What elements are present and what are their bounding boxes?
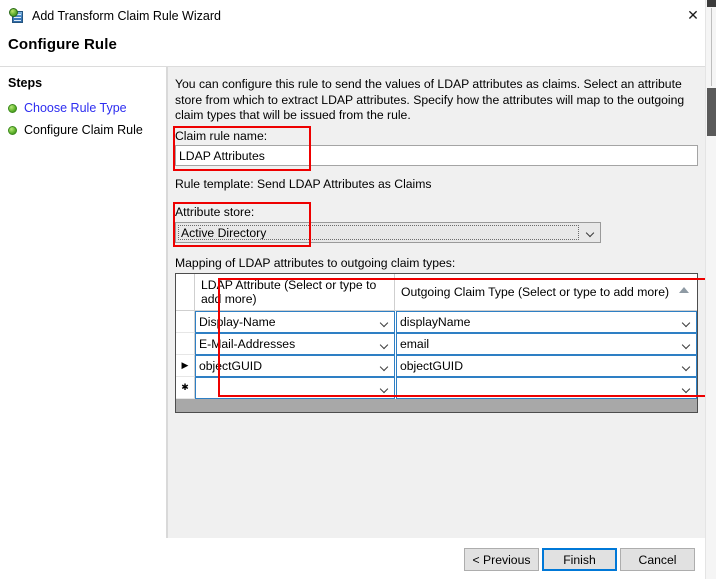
sidebar-item-configure-claim-rule[interactable]: Configure Claim Rule (8, 122, 143, 138)
window-title: Add Transform Claim Rule Wizard (32, 9, 221, 23)
cell-value: displayName (400, 315, 471, 329)
cell-ldap-attribute[interactable]: E-Mail-Addresses (195, 333, 395, 355)
title-bar: Add Transform Claim Rule Wizard ✕ (0, 0, 716, 32)
claim-rule-name-label: Claim rule name: (175, 129, 268, 143)
finish-button[interactable]: Finish (542, 548, 617, 571)
chevron-down-icon (581, 223, 600, 242)
cell-value: objectGUID (400, 359, 463, 373)
cell-value: Display-Name (199, 315, 276, 329)
scrollbar-track (711, 8, 712, 86)
column-header-ldap-attribute[interactable]: LDAP Attribute (Select or type to add mo… (195, 274, 395, 310)
cell-value: objectGUID (199, 359, 262, 373)
adfs-wizard-icon (9, 8, 25, 24)
rule-template-text: Rule template: Send LDAP Attributes as C… (175, 177, 432, 191)
grid-header-row: LDAP Attribute (Select or type to add mo… (176, 274, 697, 311)
cell-outgoing-claim-type[interactable]: objectGUID (396, 355, 697, 377)
attribute-store-label: Attribute store: (175, 205, 255, 219)
attribute-store-dropdown[interactable]: Active Directory (175, 222, 601, 243)
step-bullet-icon (8, 125, 17, 135)
chevron-down-icon[interactable] (683, 320, 691, 325)
cancel-button[interactable]: Cancel (620, 548, 695, 571)
claim-rule-name-input[interactable] (175, 145, 698, 166)
cell-outgoing-claim-type[interactable] (396, 377, 697, 399)
sidebar-item-choose-rule-type[interactable]: Choose Rule Type (8, 100, 127, 116)
steps-sidebar: Steps Choose Rule Type Configure Claim R… (0, 67, 167, 538)
cell-outgoing-claim-type[interactable]: displayName (396, 311, 697, 333)
chevron-down-icon[interactable] (683, 342, 691, 347)
table-row[interactable]: Display-Name displayName (176, 311, 697, 333)
scrollbar-thumb-top[interactable] (707, 0, 716, 7)
attribute-store-value: Active Directory (178, 225, 579, 240)
table-row-new[interactable]: ✱ (176, 377, 697, 399)
sidebar-item-label: Choose Rule Type (24, 101, 127, 115)
mapping-label: Mapping of LDAP attributes to outgoing c… (175, 256, 456, 270)
description-text: You can configure this rule to send the … (175, 77, 685, 122)
row-selector[interactable] (176, 333, 195, 355)
step-bullet-icon (8, 103, 17, 113)
grid-corner-cell (176, 274, 195, 310)
steps-heading: Steps (8, 76, 43, 90)
table-row[interactable]: ▶ objectGUID objectGUID (176, 355, 697, 377)
cell-value: E-Mail-Addresses (199, 337, 296, 351)
page-scrollbar[interactable] (705, 0, 716, 579)
content-panel: You can configure this rule to send the … (167, 67, 705, 538)
column-header-label: Outgoing Claim Type (Select or type to a… (401, 285, 670, 299)
chevron-down-icon[interactable] (381, 364, 389, 369)
previous-button[interactable]: < Previous (464, 548, 539, 571)
row-selector-current[interactable]: ▶ (176, 355, 195, 377)
column-header-label: LDAP Attribute (Select or type to add mo… (201, 278, 377, 306)
column-header-outgoing-claim-type[interactable]: Outgoing Claim Type (Select or type to a… (395, 274, 697, 310)
cell-ldap-attribute[interactable]: objectGUID (195, 355, 395, 377)
page-title: Configure Rule (8, 36, 117, 53)
chevron-down-icon[interactable] (381, 320, 389, 325)
sidebar-item-label: Configure Claim Rule (24, 123, 143, 137)
wizard-window: Add Transform Claim Rule Wizard ✕ Config… (0, 0, 716, 579)
chevron-down-icon[interactable] (683, 364, 691, 369)
attribute-mapping-grid: LDAP Attribute (Select or type to add mo… (175, 273, 698, 413)
chevron-down-icon[interactable] (381, 342, 389, 347)
grid-empty-area (176, 399, 697, 412)
cell-outgoing-claim-type[interactable]: email (396, 333, 697, 355)
chevron-down-icon[interactable] (683, 386, 691, 391)
scrollbar-thumb[interactable] (707, 88, 716, 136)
cell-value: email (400, 337, 430, 351)
chevron-down-icon[interactable] (381, 386, 389, 391)
row-selector[interactable] (176, 311, 195, 333)
footer-bar: < Previous Finish Cancel (0, 539, 705, 579)
cell-ldap-attribute[interactable]: Display-Name (195, 311, 395, 333)
table-row[interactable]: E-Mail-Addresses email (176, 333, 697, 355)
sort-ascending-icon (679, 287, 689, 293)
cell-ldap-attribute[interactable] (195, 377, 395, 399)
row-selector-new[interactable]: ✱ (176, 377, 195, 399)
